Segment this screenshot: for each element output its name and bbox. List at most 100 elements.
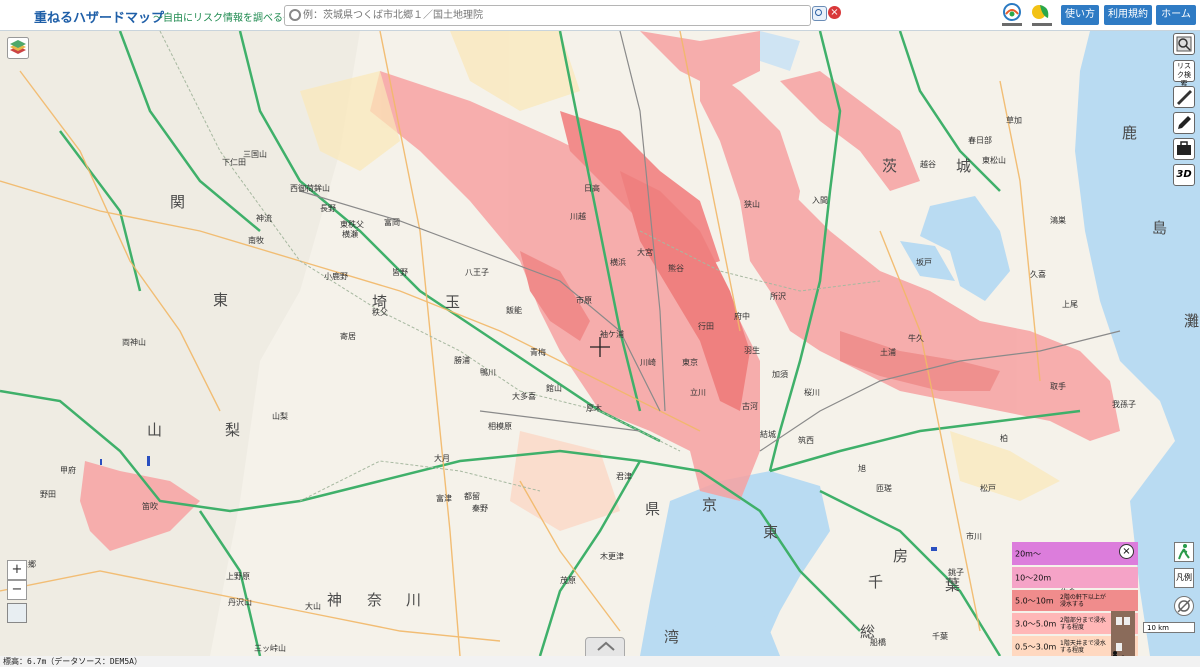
house-flood-illustration (1111, 611, 1135, 656)
region-label: 県 (645, 500, 661, 518)
scale-bar: 10 km (1143, 622, 1195, 633)
town-label: 君津 (616, 472, 632, 481)
town-label: 熊谷 (668, 264, 684, 273)
search-input[interactable] (301, 7, 805, 24)
town-label: 所沢 (770, 292, 786, 301)
region-label: 神 (327, 591, 343, 609)
town-label: 甲府 (60, 466, 76, 475)
walker-icon (1178, 544, 1190, 560)
bottom-panel-toggle[interactable] (585, 637, 625, 656)
town-label: 山梨 (272, 412, 288, 421)
region-label: 玉 (445, 293, 461, 311)
town-label: 大山 (305, 602, 321, 611)
region-label: 東 (213, 291, 229, 309)
town-label: 飯能 (506, 306, 522, 315)
town-label: 我孫子 (1112, 400, 1136, 409)
chevron-up-icon (597, 641, 615, 651)
home-button[interactable]: ホーム (1156, 5, 1196, 25)
town-label: 秦野 (472, 504, 488, 513)
map-view[interactable]: 関 東 山 梨 埼 玉 京 東 千 房 神 奈 川 鹿 島 城 茨 葉 灘 湾 … (0, 31, 1200, 656)
mlit-logo[interactable] (1001, 2, 1023, 28)
town-label: 東松山 (982, 156, 1006, 165)
town-label: 大多喜 (512, 392, 536, 401)
town-label: 加須 (772, 370, 788, 379)
search-box[interactable] (284, 5, 811, 26)
minimap-toggle[interactable] (7, 603, 27, 623)
region-label: 城 (956, 157, 972, 175)
town-label: 横浜 (610, 258, 626, 267)
town-label: 結城 (760, 430, 776, 439)
ruler-icon (1177, 90, 1192, 105)
app-header: 重ねるハザードマップ ～自由にリスク情報を調べる～ × 使い方 利用規約 ホーム (0, 0, 1200, 31)
clear-search-button[interactable]: × (828, 6, 841, 19)
location-button[interactable] (1174, 596, 1194, 616)
layers-button[interactable] (7, 37, 29, 59)
legend-value: 20m～ (1015, 549, 1041, 558)
zoom-out-button[interactable]: − (7, 580, 27, 600)
town-label: 小鹿野 (324, 272, 348, 281)
town-label: 桜川 (804, 388, 820, 397)
town-label: 羽生 (744, 346, 760, 355)
pencil-icon (1178, 116, 1191, 129)
town-label: 都留 (464, 492, 480, 501)
town-label: 神流 (256, 214, 272, 223)
elevation-status: 標高：6.7m（データソース：DEM5A） (0, 656, 1200, 667)
pedestrian-button[interactable] (1174, 542, 1194, 562)
town-label: 筑西 (798, 436, 814, 445)
town-label: 船橋 (870, 638, 886, 647)
town-label: 横瀬 (342, 230, 358, 239)
legend-desc: 2階の軒下以上が浸水する (1060, 593, 1106, 608)
risk-search-button[interactable]: リスク検索 (1173, 60, 1195, 88)
town-label: 鴻巣 (1050, 216, 1066, 225)
search-button[interactable] (812, 6, 827, 21)
region-label: 川 (406, 591, 422, 609)
gsi-logo[interactable] (1030, 2, 1054, 28)
terms-button[interactable]: 利用規約 (1104, 5, 1152, 25)
search-tool-button[interactable] (1173, 33, 1195, 55)
toolbox-icon (1177, 141, 1191, 155)
legend-close-button[interactable]: × (1119, 544, 1134, 559)
draw-button[interactable] (1173, 112, 1195, 134)
town-label: 茂原 (560, 576, 576, 585)
town-label: 市原 (576, 296, 592, 305)
town-label: 入間 (812, 196, 828, 205)
town-label: 富岡 (384, 218, 400, 227)
town-label: 春日部 (968, 136, 992, 145)
town-label: 銚子 (948, 568, 964, 577)
region-label: 房 (893, 547, 909, 565)
legend-desc: 2階部分まで浸水する程度 (1060, 616, 1106, 631)
town-label: 南牧 (248, 236, 264, 245)
app-subtitle: ～自由にリスク情報を調べる～ (153, 13, 293, 24)
measure-button[interactable] (1173, 86, 1195, 108)
flood-depth-legend: 20m～ 10～20m 5.0～10m 2階の軒下以上が浸水する 3.0～5.0m 2階部… (1012, 542, 1138, 656)
town-label: 日高 (584, 184, 600, 193)
region-label: 灘 (1184, 312, 1200, 330)
region-label: 千 (868, 573, 884, 591)
town-label: 青梅 (530, 348, 546, 357)
legend-value: 5.0～10m (1015, 596, 1054, 605)
legend-value: 3.0～5.0m (1015, 619, 1057, 628)
town-label: 三ッ峠山 (254, 644, 286, 653)
town-label: 匝瑳 (876, 484, 892, 493)
region-label: 山 (147, 421, 163, 439)
town-label: 坂戸 (916, 258, 932, 267)
town-label: 皆野 (392, 268, 408, 277)
town-label: 立川 (690, 388, 706, 397)
toolbox-button[interactable] (1173, 138, 1195, 160)
town-label: 両神山 (122, 338, 146, 347)
app-title[interactable]: 重ねるハザードマップ (34, 7, 164, 26)
region-label: 湾 (664, 628, 680, 646)
town-label: 笛吹 (142, 502, 158, 511)
3d-button[interactable]: 3D (1173, 164, 1195, 186)
town-label: 牛久 (908, 334, 924, 343)
legend-toggle-button[interactable]: 凡例 (1174, 568, 1194, 588)
locate-icon (1177, 599, 1191, 613)
town-label: 相模原 (488, 422, 512, 431)
town-label: 土浦 (880, 348, 896, 357)
town-label: 大宮 (637, 248, 653, 257)
zoom-in-button[interactable]: + (7, 560, 27, 580)
howto-button[interactable]: 使い方 (1061, 5, 1099, 25)
legend-value: 0.5～3.0m (1015, 642, 1057, 651)
town-label: 野田 (40, 490, 56, 499)
town-label: 取手 (1050, 382, 1066, 391)
